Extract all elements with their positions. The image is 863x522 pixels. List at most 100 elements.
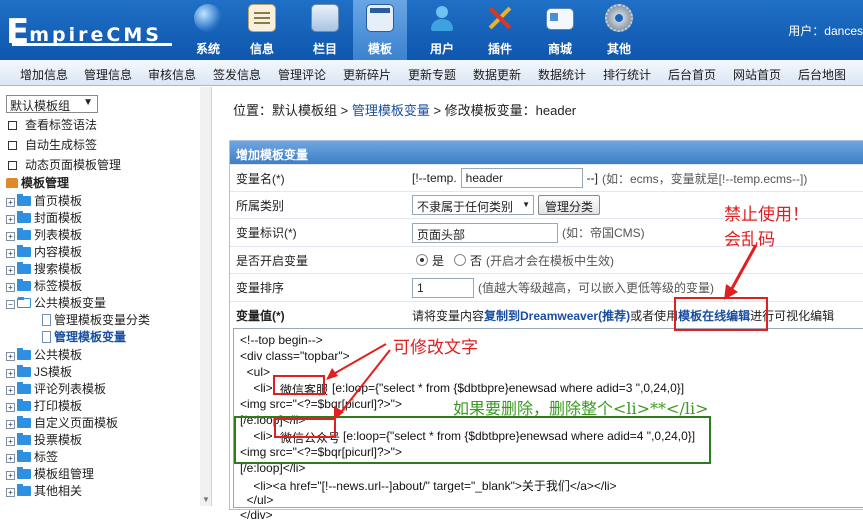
- tree-item[interactable]: + JS模板: [6, 364, 72, 381]
- gear-icon: [605, 4, 633, 32]
- var-name-input[interactable]: header: [460, 168, 583, 188]
- logo-underline: [12, 37, 172, 46]
- expand-icon[interactable]: +: [6, 266, 15, 275]
- var-mark-input[interactable]: 页面头部: [412, 222, 558, 243]
- template-icon: [366, 4, 394, 32]
- nav-user[interactable]: 用户: [415, 0, 469, 60]
- expand-icon[interactable]: +: [6, 232, 15, 241]
- menu-manage-comment[interactable]: 管理评论: [278, 66, 326, 83]
- folder-icon: [17, 450, 31, 462]
- sidebar-link-dynamic-template[interactable]: 动态页面模板管理: [8, 156, 121, 173]
- page-icon: [42, 331, 51, 343]
- expand-icon[interactable]: +: [6, 369, 15, 378]
- nav-plugin[interactable]: 插件: [473, 0, 527, 60]
- expand-icon[interactable]: +: [6, 198, 15, 207]
- folder-icon: [17, 365, 31, 377]
- folder-icon: [17, 416, 31, 428]
- tree-item[interactable]: + 投票模板: [6, 432, 82, 449]
- expand-icon[interactable]: +: [6, 437, 15, 446]
- folder-icon: [17, 245, 31, 257]
- breadcrumb: 位置：默认模板组 > 管理模板变量 > 修改模板变量：header: [233, 103, 577, 118]
- folder-icon: [17, 262, 31, 274]
- var-order-input[interactable]: 1: [412, 277, 474, 298]
- user-info: 用户：dances: [788, 24, 863, 38]
- menu-add-info[interactable]: 增加信息: [20, 66, 68, 83]
- nav-column[interactable]: 栏目: [298, 0, 352, 60]
- expand-icon[interactable]: +: [6, 488, 15, 497]
- tree-item[interactable]: + 列表模板: [6, 227, 82, 244]
- menu-update-special[interactable]: 更新专题: [408, 66, 456, 83]
- menu-update-fragment[interactable]: 更新碎片: [343, 66, 391, 83]
- nav-other[interactable]: 其他: [592, 0, 646, 60]
- tree-item[interactable]: + 打印模板: [6, 398, 82, 415]
- menu-rank-stats[interactable]: 排行统计: [603, 66, 651, 83]
- annotation-box-service-text: [273, 375, 325, 395]
- menu-admin-map[interactable]: 后台地图: [798, 66, 846, 83]
- radio-no[interactable]: [454, 254, 467, 266]
- expand-icon[interactable]: +: [6, 283, 15, 292]
- sidebar: 默认模板组 ▼ 查看标签语法 自动生成标签 动态页面模板管理 模板管理 + 首页模板…: [0, 87, 212, 506]
- open-folder-icon: [17, 297, 31, 308]
- tree-item[interactable]: + 评论列表模板: [6, 381, 106, 398]
- nav-template[interactable]: 模板: [353, 0, 407, 60]
- annotation-editable: 可修改文字: [393, 338, 478, 358]
- expand-icon[interactable]: +: [6, 471, 15, 480]
- dreamweaver-link[interactable]: 复制到Dreamweaver(推荐): [484, 307, 630, 324]
- tree-subitem-active[interactable]: 管理模板变量: [42, 329, 126, 346]
- scroll-down-icon[interactable]: ▼: [202, 495, 210, 504]
- breadcrumb-link-manage-vars[interactable]: 管理模板变量: [352, 103, 430, 118]
- tree-root-template-manage[interactable]: 模板管理: [6, 175, 69, 192]
- category-select[interactable]: 不隶属于任何类别 ▼: [412, 195, 534, 215]
- row-var-value: 变量值(*) 请将变量内容 复制到Dreamweaver(推荐) 或者使用 模板…: [230, 301, 863, 328]
- sidebar-link-tag-syntax[interactable]: 查看标签语法: [8, 116, 97, 133]
- row-var-order: 变量排序 1 (值越大等级越高，可以嵌入更低等级的变量): [230, 273, 863, 301]
- nav-info[interactable]: 信息: [235, 0, 289, 60]
- nav-shop[interactable]: 商城: [533, 0, 587, 60]
- folder-icon: [311, 4, 339, 32]
- expand-icon[interactable]: +: [6, 386, 15, 395]
- house-icon: [6, 178, 18, 188]
- menu-sign-info[interactable]: 签发信息: [213, 66, 261, 83]
- folder-icon: [17, 382, 31, 394]
- collapse-icon[interactable]: −: [6, 300, 15, 309]
- row-var-name: 变量名(*) [!--temp. header --] (如：ecms，变量就是…: [230, 164, 863, 191]
- folder-icon: [17, 194, 31, 206]
- folder-icon: [17, 433, 31, 445]
- expand-icon[interactable]: +: [6, 249, 15, 258]
- tree-item[interactable]: + 标签: [6, 449, 58, 466]
- tree-item[interactable]: + 自定义页面模板: [6, 415, 118, 432]
- menu-review-info[interactable]: 审核信息: [148, 66, 196, 83]
- tree-item[interactable]: + 模板组管理: [6, 466, 94, 483]
- tree-item[interactable]: + 标签模板: [6, 278, 82, 295]
- folder-icon: [17, 467, 31, 479]
- expand-icon[interactable]: +: [6, 352, 15, 361]
- tree-item[interactable]: + 首页模板: [6, 193, 82, 210]
- tree-item-open[interactable]: − 公共模板变量: [6, 295, 106, 312]
- shop-card-icon: [546, 8, 574, 30]
- expand-icon[interactable]: +: [6, 215, 15, 224]
- expand-icon[interactable]: +: [6, 420, 15, 429]
- tree-item[interactable]: + 搜索模板: [6, 261, 82, 278]
- page-icon: [42, 314, 51, 326]
- sidebar-scrollbar[interactable]: ▼: [200, 87, 211, 506]
- checkbox-icon: [8, 161, 17, 170]
- tree-item[interactable]: + 内容模板: [6, 244, 82, 261]
- tree-item[interactable]: + 封面模板: [6, 210, 82, 227]
- expand-icon[interactable]: +: [6, 403, 15, 412]
- expand-icon[interactable]: +: [6, 454, 15, 463]
- annotation-delete-hint: 如果要删除，删除整个<li>**</li>: [453, 399, 709, 418]
- sidebar-link-auto-tag[interactable]: 自动生成标签: [8, 136, 97, 153]
- top-header: EmpireCMS 系统 信息 栏目 模板 用户 插件 商城 其他 用户：dan…: [0, 0, 863, 60]
- menu-manage-info[interactable]: 管理信息: [84, 66, 132, 83]
- menu-data-stats[interactable]: 数据统计: [538, 66, 586, 83]
- template-group-select[interactable]: 默认模板组 ▼: [6, 95, 98, 113]
- nav-system[interactable]: 系统: [181, 0, 235, 60]
- menu-site-home[interactable]: 网站首页: [733, 66, 781, 83]
- radio-yes[interactable]: [416, 254, 428, 266]
- tree-item[interactable]: + 公共模板: [6, 347, 82, 364]
- manage-category-button[interactable]: 管理分类: [538, 195, 601, 215]
- tree-subitem[interactable]: 管理模板变量分类: [42, 312, 150, 329]
- menu-admin-home[interactable]: 后台首页: [668, 66, 716, 83]
- menu-data-update[interactable]: 数据更新: [473, 66, 521, 83]
- tree-item[interactable]: + 其他相关: [6, 483, 82, 500]
